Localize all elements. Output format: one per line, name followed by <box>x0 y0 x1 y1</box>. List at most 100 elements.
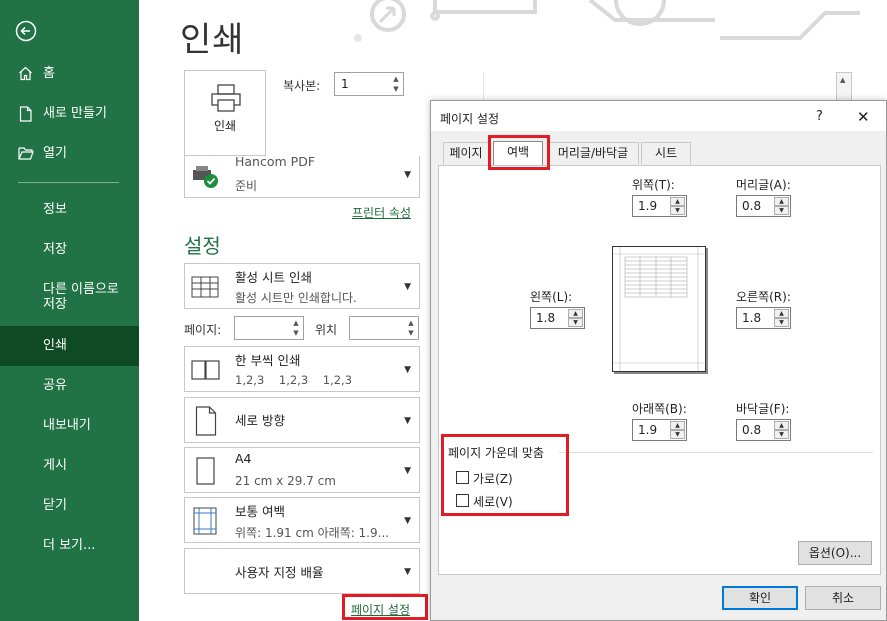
chevron-down-icon: ▼ <box>404 282 411 292</box>
print-scope-select[interactable]: 활성 시트 인쇄 활성 시트만 인쇄합니다. ▼ <box>184 263 420 309</box>
header-margin-input[interactable]: 0.8 ▲ ▼ <box>736 195 791 217</box>
spin-down-icon[interactable]: ▼ <box>774 430 789 439</box>
portrait-page-icon <box>195 406 217 436</box>
group-divider <box>559 452 873 453</box>
right-margin-input[interactable]: 1.8 ▲ ▼ <box>736 307 791 329</box>
spin-up-icon[interactable]: ▲ <box>774 421 789 430</box>
footer-margin-value: 0.8 <box>742 423 762 437</box>
bottom-margin-input[interactable]: 1.9 ▲ ▼ <box>632 419 687 441</box>
sidebar-item-label: 게시 <box>43 458 67 473</box>
center-vertical-checkbox[interactable] <box>456 494 469 507</box>
sidebar-item-label: 공유 <box>43 378 67 393</box>
spin-up-icon[interactable]: ▲ <box>774 197 789 206</box>
sidebar-item-label: 더 보기... <box>43 538 96 553</box>
spin-down-icon[interactable]: ▼ <box>670 206 685 215</box>
chevron-down-icon: ▼ <box>404 516 411 526</box>
orientation-select[interactable]: 세로 방향 ▼ <box>184 397 420 443</box>
sidebar-item-save-as[interactable]: 다른 이름으로 저장 <box>0 282 139 316</box>
cancel-button[interactable]: 취소 <box>805 586 881 610</box>
chevron-down-icon: ▼ <box>404 567 411 577</box>
spin-up-icon[interactable]: ▲ <box>291 319 301 327</box>
top-margin-input[interactable]: 1.9 ▲ ▼ <box>632 195 687 217</box>
spin-down-icon[interactable]: ▼ <box>670 430 685 439</box>
sidebar-item-home[interactable]: 홈 <box>0 66 139 84</box>
printer-properties-link[interactable]: 프린터 속성 <box>352 204 411 221</box>
spin-up-icon[interactable]: ▲ <box>568 309 583 318</box>
bottom-margin-label: 아래쪽(B): <box>632 402 687 416</box>
close-icon[interactable]: ✕ <box>857 108 870 126</box>
paper-size-select[interactable]: A4 21 cm x 29.7 cm ▼ <box>184 447 420 493</box>
spin-down-icon[interactable]: ▼ <box>391 85 401 93</box>
sidebar-item-share[interactable]: 공유 <box>0 378 139 396</box>
paper-size-desc: 21 cm x 29.7 cm <box>235 474 336 488</box>
copies-value: 1 <box>341 77 349 91</box>
collate-desc: 1,2,3 1,2,3 1,2,3 <box>235 373 353 387</box>
top-margin-label: 위쪽(T): <box>632 178 675 192</box>
margins-select[interactable]: 보통 여백 위쪽: 1.91 cm 아래쪽: 1.9... ▼ <box>184 497 420 543</box>
sidebar-item-print[interactable]: 인쇄 <box>0 326 139 366</box>
footer-margin-label: 바닥글(F): <box>736 402 790 416</box>
printer-icon <box>211 84 241 112</box>
sidebar-item-new[interactable]: 새로 만들기 <box>0 106 139 124</box>
sidebar-item-info[interactable]: 정보 <box>0 202 139 220</box>
scaling-select[interactable]: 사용자 지정 배율 ▼ <box>184 548 420 594</box>
sidebar-item-more[interactable]: 더 보기... <box>0 538 139 556</box>
help-button[interactable]: ? <box>816 109 823 124</box>
spin-up-icon[interactable]: ▲ <box>670 421 685 430</box>
new-document-icon <box>18 106 34 122</box>
spin-up-icon[interactable]: ▲ <box>406 319 416 327</box>
left-margin-input[interactable]: 1.8 ▲ ▼ <box>530 307 585 329</box>
spin-down-icon[interactable]: ▼ <box>406 329 416 337</box>
preview-divider <box>483 72 484 102</box>
spin-up-icon[interactable]: ▲ <box>391 75 401 83</box>
right-margin-value: 1.8 <box>742 311 762 325</box>
header-margin-label: 머리글(A): <box>736 178 791 192</box>
sidebar-item-label: 저장 <box>43 242 67 257</box>
printer-name: Hancom PDF <box>235 154 316 169</box>
spin-down-icon[interactable]: ▼ <box>774 318 789 327</box>
sheet-grid-icon <box>191 276 219 298</box>
page-setup-link[interactable]: 페이지 설정 <box>351 601 410 618</box>
sidebar-item-label: 인쇄 <box>43 338 67 353</box>
footer-margin-input[interactable]: 0.8 ▲ ▼ <box>736 419 791 441</box>
sidebar-item-close[interactable]: 닫기 <box>0 498 139 516</box>
paper-size-icon <box>196 457 215 485</box>
preview-scrollbar[interactable]: ▲ <box>836 72 852 102</box>
spin-down-icon[interactable]: ▼ <box>774 206 789 215</box>
sidebar-item-open[interactable]: 열기 <box>0 146 139 164</box>
copies-input[interactable]: 1 ▲ ▼ <box>334 72 404 96</box>
left-margin-label: 왼쪽(L): <box>530 290 573 304</box>
sidebar-item-export[interactable]: 내보내기 <box>0 418 139 436</box>
pages-to-input[interactable]: ▲ ▼ <box>349 316 419 340</box>
sidebar-item-label: 정보 <box>43 202 67 217</box>
top-margin-value: 1.9 <box>638 199 658 213</box>
settings-heading: 설정 <box>184 234 221 258</box>
spin-up-icon[interactable]: ▲ <box>670 197 685 206</box>
spin-up-icon[interactable]: ▲ <box>774 309 789 318</box>
collate-select[interactable]: 한 부씩 인쇄 1,2,3 1,2,3 1,2,3 ▼ <box>184 346 420 392</box>
left-margin-value: 1.8 <box>536 311 556 325</box>
tab-sheet[interactable]: 시트 <box>641 142 691 164</box>
sidebar-item-publish[interactable]: 게시 <box>0 458 139 476</box>
spin-down-icon[interactable]: ▼ <box>291 329 301 337</box>
home-icon <box>18 66 34 82</box>
sidebar-item-save[interactable]: 저장 <box>0 242 139 260</box>
ok-button[interactable]: 확인 <box>722 586 798 610</box>
pages-from-input[interactable]: ▲ ▼ <box>234 316 304 340</box>
printer-select[interactable]: Hancom PDF 준비 ▼ <box>184 154 420 198</box>
tab-header-footer[interactable]: 머리글/바닥글 <box>547 142 639 164</box>
collate-icon <box>191 360 220 380</box>
spin-down-icon[interactable]: ▼ <box>568 318 583 327</box>
back-arrow-icon[interactable] <box>15 20 37 42</box>
options-button[interactable]: 옵션(O)... <box>798 541 872 565</box>
backstage-sidebar: 홈 새로 만들기 열기 정보 저장 다른 이름으로 저장 인쇄 공유 내보내기 … <box>0 0 139 621</box>
tab-page[interactable]: 페이지 <box>443 142 489 164</box>
tab-margins[interactable]: 여백 <box>493 141 543 165</box>
print-button-label: 인쇄 <box>213 119 237 133</box>
collate-title: 한 부씩 인쇄 <box>235 353 301 368</box>
print-scope-title: 활성 시트 인쇄 <box>235 270 312 285</box>
sidebar-item-label: 열기 <box>43 146 67 161</box>
print-button[interactable]: 인쇄 <box>184 70 266 156</box>
scroll-up-icon[interactable]: ▲ <box>840 76 845 84</box>
center-horizontal-checkbox[interactable] <box>456 471 469 484</box>
